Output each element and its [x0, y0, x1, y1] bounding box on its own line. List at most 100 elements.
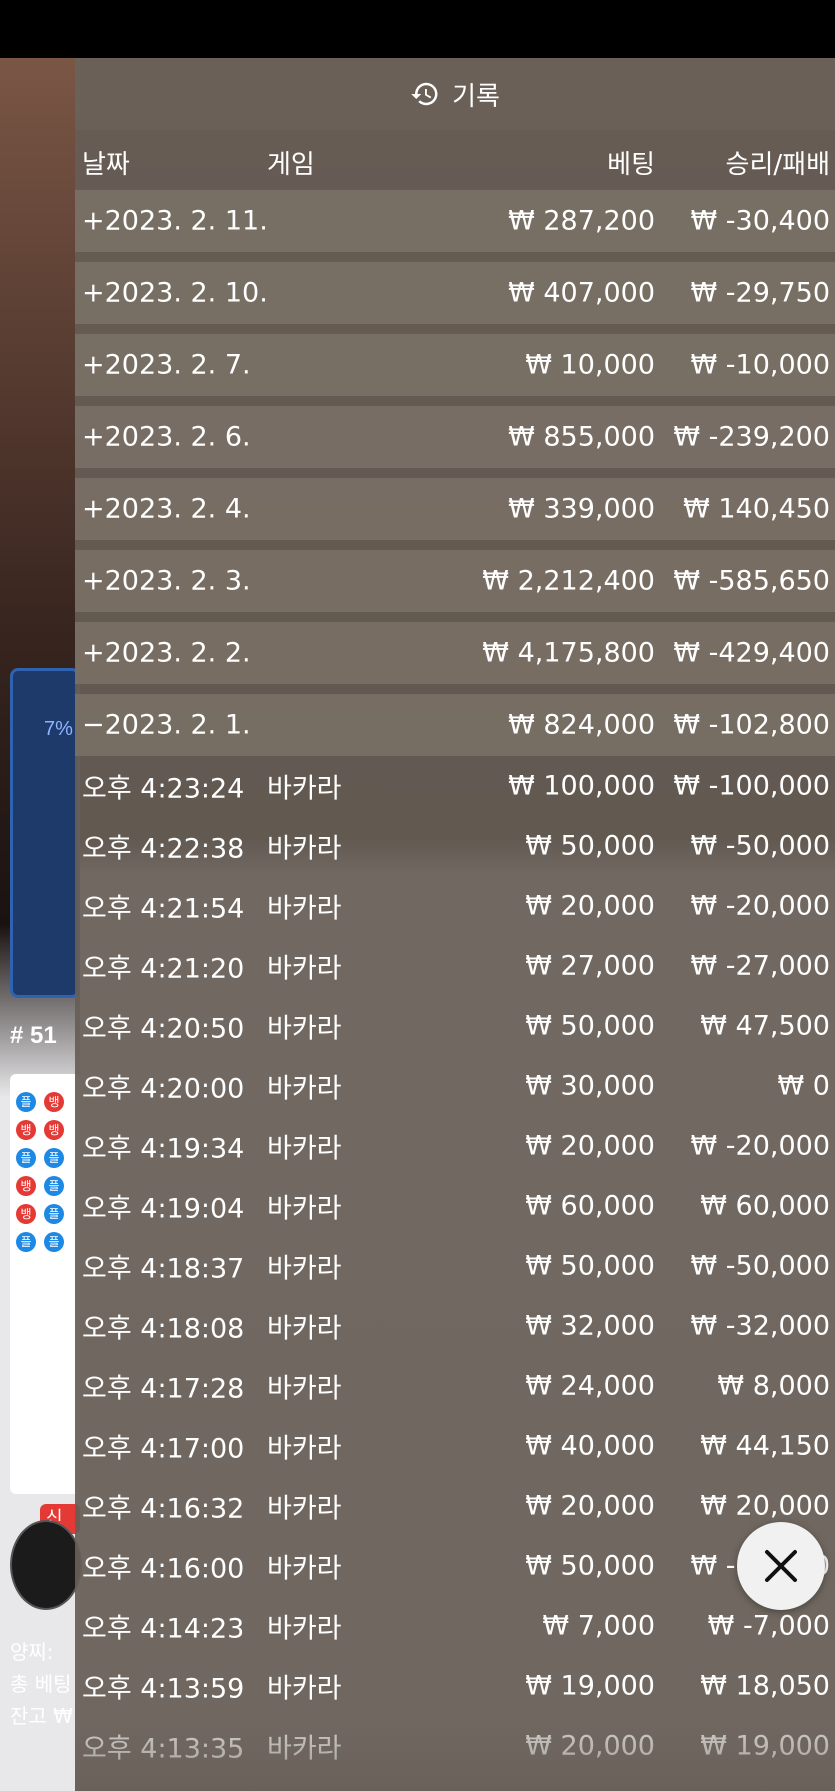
tx-time: 오후 4:17:00	[82, 1433, 245, 1465]
bead-road: 플 뱅 뱅 뱅 플 플 뱅 플 뱅 플 플 플	[10, 1074, 80, 1494]
tx-win: ₩ 0	[777, 1070, 830, 1102]
tx-bet: ₩ 50,000	[525, 1010, 655, 1042]
tx-win: ₩ -100,000	[673, 770, 830, 802]
history-list: +2023. 2. 11. ₩ 287,200 ₩ -30,400 +2023.…	[75, 190, 835, 1776]
day-row[interactable]: +2023. 2. 2. ₩ 4,175,800 ₩ -429,400	[75, 622, 835, 684]
chip-button[interactable]	[10, 1520, 82, 1610]
column-bet: 베팅	[607, 150, 655, 180]
transaction-row[interactable]: 오후 4:19:34 바카라 ₩ 20,000 ₩ -20,000	[75, 1116, 835, 1176]
tx-win: ₩ 18,050	[700, 1670, 830, 1702]
road-dot: 플	[44, 1176, 64, 1196]
tx-time: 오후 4:18:37	[82, 1253, 245, 1285]
transaction-row[interactable]: 오후 4:21:20 바카라 ₩ 27,000 ₩ -27,000	[75, 936, 835, 996]
tx-game: 바카라	[267, 1253, 342, 1285]
transaction-row[interactable]: 오후 4:16:32 바카라 ₩ 20,000 ₩ 20,000	[75, 1476, 835, 1536]
day-bet: ₩ 287,200	[508, 205, 655, 237]
tx-bet: ₩ 40,000	[525, 1430, 655, 1462]
tx-bet: ₩ 24,000	[525, 1370, 655, 1402]
tx-win: ₩ 20,000	[700, 1490, 830, 1522]
day-bet: ₩ 855,000	[508, 421, 655, 453]
tx-bet: ₩ 20,000	[525, 1130, 655, 1162]
road-dot: 뱅	[16, 1176, 36, 1196]
transaction-row[interactable]: 오후 4:19:04 바카라 ₩ 60,000 ₩ 60,000	[75, 1176, 835, 1236]
day-row[interactable]: +2023. 2. 7. ₩ 10,000 ₩ -10,000	[75, 334, 835, 396]
transaction-row[interactable]: 오후 4:20:50 바카라 ₩ 50,000 ₩ 47,500	[75, 996, 835, 1056]
day-row[interactable]: +2023. 2. 11. ₩ 287,200 ₩ -30,400	[75, 190, 835, 252]
day-win: ₩ -10,000	[690, 349, 831, 381]
tx-win: ₩ -50,000	[690, 1250, 831, 1282]
day-date: +2023. 2. 3.	[82, 565, 251, 597]
tx-game: 바카라	[267, 1373, 342, 1405]
column-win: 승리/패배	[725, 150, 830, 180]
tx-game: 바카라	[267, 773, 342, 805]
tx-bet: ₩ 20,000	[525, 1490, 655, 1522]
tx-time: 오후 4:20:50	[82, 1013, 245, 1045]
close-button[interactable]	[737, 1522, 825, 1610]
bet-limit-text: 양찌:	[10, 1640, 54, 1664]
tx-time: 오후 4:14:23	[82, 1613, 245, 1645]
tx-win: ₩ 19,000	[700, 1730, 830, 1762]
tx-bet: ₩ 7,000	[542, 1610, 655, 1642]
day-bet: ₩ 10,000	[525, 349, 655, 381]
tx-time: 오후 4:19:34	[82, 1133, 245, 1165]
day-bet: ₩ 4,175,800	[482, 637, 655, 669]
balance-text: 잔고 ₩	[10, 1704, 73, 1728]
day-date: +2023. 2. 10.	[82, 277, 268, 309]
tx-bet: ₩ 60,000	[525, 1190, 655, 1222]
tx-time: 오후 4:13:59	[82, 1673, 245, 1705]
transaction-row[interactable]: 오후 4:17:28 바카라 ₩ 24,000 ₩ 8,000	[75, 1356, 835, 1416]
tx-game: 바카라	[267, 1673, 342, 1705]
day-row[interactable]: +2023. 2. 4. ₩ 339,000 ₩ 140,450	[75, 478, 835, 540]
tx-game: 바카라	[267, 1493, 342, 1525]
progress-percent: 7%	[44, 718, 73, 740]
transaction-row[interactable]: 오후 4:18:08 바카라 ₩ 32,000 ₩ -32,000	[75, 1296, 835, 1356]
tx-game: 바카라	[267, 833, 342, 865]
day-row[interactable]: +2023. 2. 3. ₩ 2,212,400 ₩ -585,650	[75, 550, 835, 612]
transaction-row[interactable]: 오후 4:13:35 바카라 ₩ 20,000 ₩ 19,000	[75, 1716, 835, 1776]
day-date: +2023. 2. 2.	[82, 637, 251, 669]
tx-bet: ₩ 50,000	[525, 1550, 655, 1582]
day-date: −2023. 2. 1.	[82, 709, 251, 741]
tx-time: 오후 4:22:38	[82, 833, 245, 865]
transaction-row[interactable]: 오후 4:17:00 바카라 ₩ 40,000 ₩ 44,150	[75, 1416, 835, 1476]
road-dot: 뱅	[44, 1092, 64, 1112]
day-win: ₩ -30,400	[690, 205, 831, 237]
column-date: 날짜	[82, 150, 130, 180]
tx-time: 오후 4:21:20	[82, 953, 245, 985]
transaction-row[interactable]: 오후 4:16:00 바카라 ₩ 50,000 ₩ -50,000	[75, 1536, 835, 1596]
day-date: +2023. 2. 7.	[82, 349, 251, 381]
tx-time: 오후 4:16:32	[82, 1493, 245, 1525]
tx-time: 오후 4:21:54	[82, 893, 245, 925]
tx-bet: ₩ 19,000	[525, 1670, 655, 1702]
transaction-row[interactable]: 오후 4:21:54 바카라 ₩ 20,000 ₩ -20,000	[75, 876, 835, 936]
day-row[interactable]: +2023. 2. 10. ₩ 407,000 ₩ -29,750	[75, 262, 835, 324]
road-dot: 플	[16, 1148, 36, 1168]
transaction-row[interactable]: 오후 4:18:37 바카라 ₩ 50,000 ₩ -50,000	[75, 1236, 835, 1296]
total-bet-text: 총 베팅	[10, 1672, 72, 1696]
road-dot: 뱅	[16, 1120, 36, 1140]
day-row[interactable]: +2023. 2. 6. ₩ 855,000 ₩ -239,200	[75, 406, 835, 468]
day-bet: ₩ 824,000	[508, 709, 655, 741]
transaction-row[interactable]: 오후 4:14:23 바카라 ₩ 7,000 ₩ -7,000	[75, 1596, 835, 1656]
transaction-row[interactable]: 오후 4:22:38 바카라 ₩ 50,000 ₩ -50,000	[75, 816, 835, 876]
road-dot: 플	[44, 1204, 64, 1224]
history-panel: 기록 날짜 게임 베팅 승리/패배 +2023. 2. 11. ₩ 287,20…	[75, 58, 835, 1791]
tx-bet: ₩ 32,000	[525, 1310, 655, 1342]
tx-game: 바카라	[267, 1613, 342, 1645]
tx-bet: ₩ 50,000	[525, 1250, 655, 1282]
road-dot: 플	[44, 1148, 64, 1168]
day-row-expanded[interactable]: −2023. 2. 1. ₩ 824,000 ₩ -102,800	[75, 694, 835, 756]
tx-game: 바카라	[267, 1313, 342, 1345]
day-bet: ₩ 407,000	[508, 277, 655, 309]
transaction-row[interactable]: 오후 4:20:00 바카라 ₩ 30,000 ₩ 0	[75, 1056, 835, 1116]
day-bet: ₩ 2,212,400	[482, 565, 655, 597]
road-dot: 플	[16, 1232, 36, 1252]
day-win: ₩ -585,650	[673, 565, 830, 597]
day-date: +2023. 2. 4.	[82, 493, 251, 525]
tx-win: ₩ 60,000	[700, 1190, 830, 1222]
tx-game: 바카라	[267, 1073, 342, 1105]
day-date: +2023. 2. 11.	[82, 205, 268, 237]
tx-time: 오후 4:19:04	[82, 1193, 245, 1225]
transaction-row[interactable]: 오후 4:13:59 바카라 ₩ 19,000 ₩ 18,050	[75, 1656, 835, 1716]
transaction-row[interactable]: 오후 4:23:24 바카라 ₩ 100,000 ₩ -100,000	[75, 756, 835, 816]
